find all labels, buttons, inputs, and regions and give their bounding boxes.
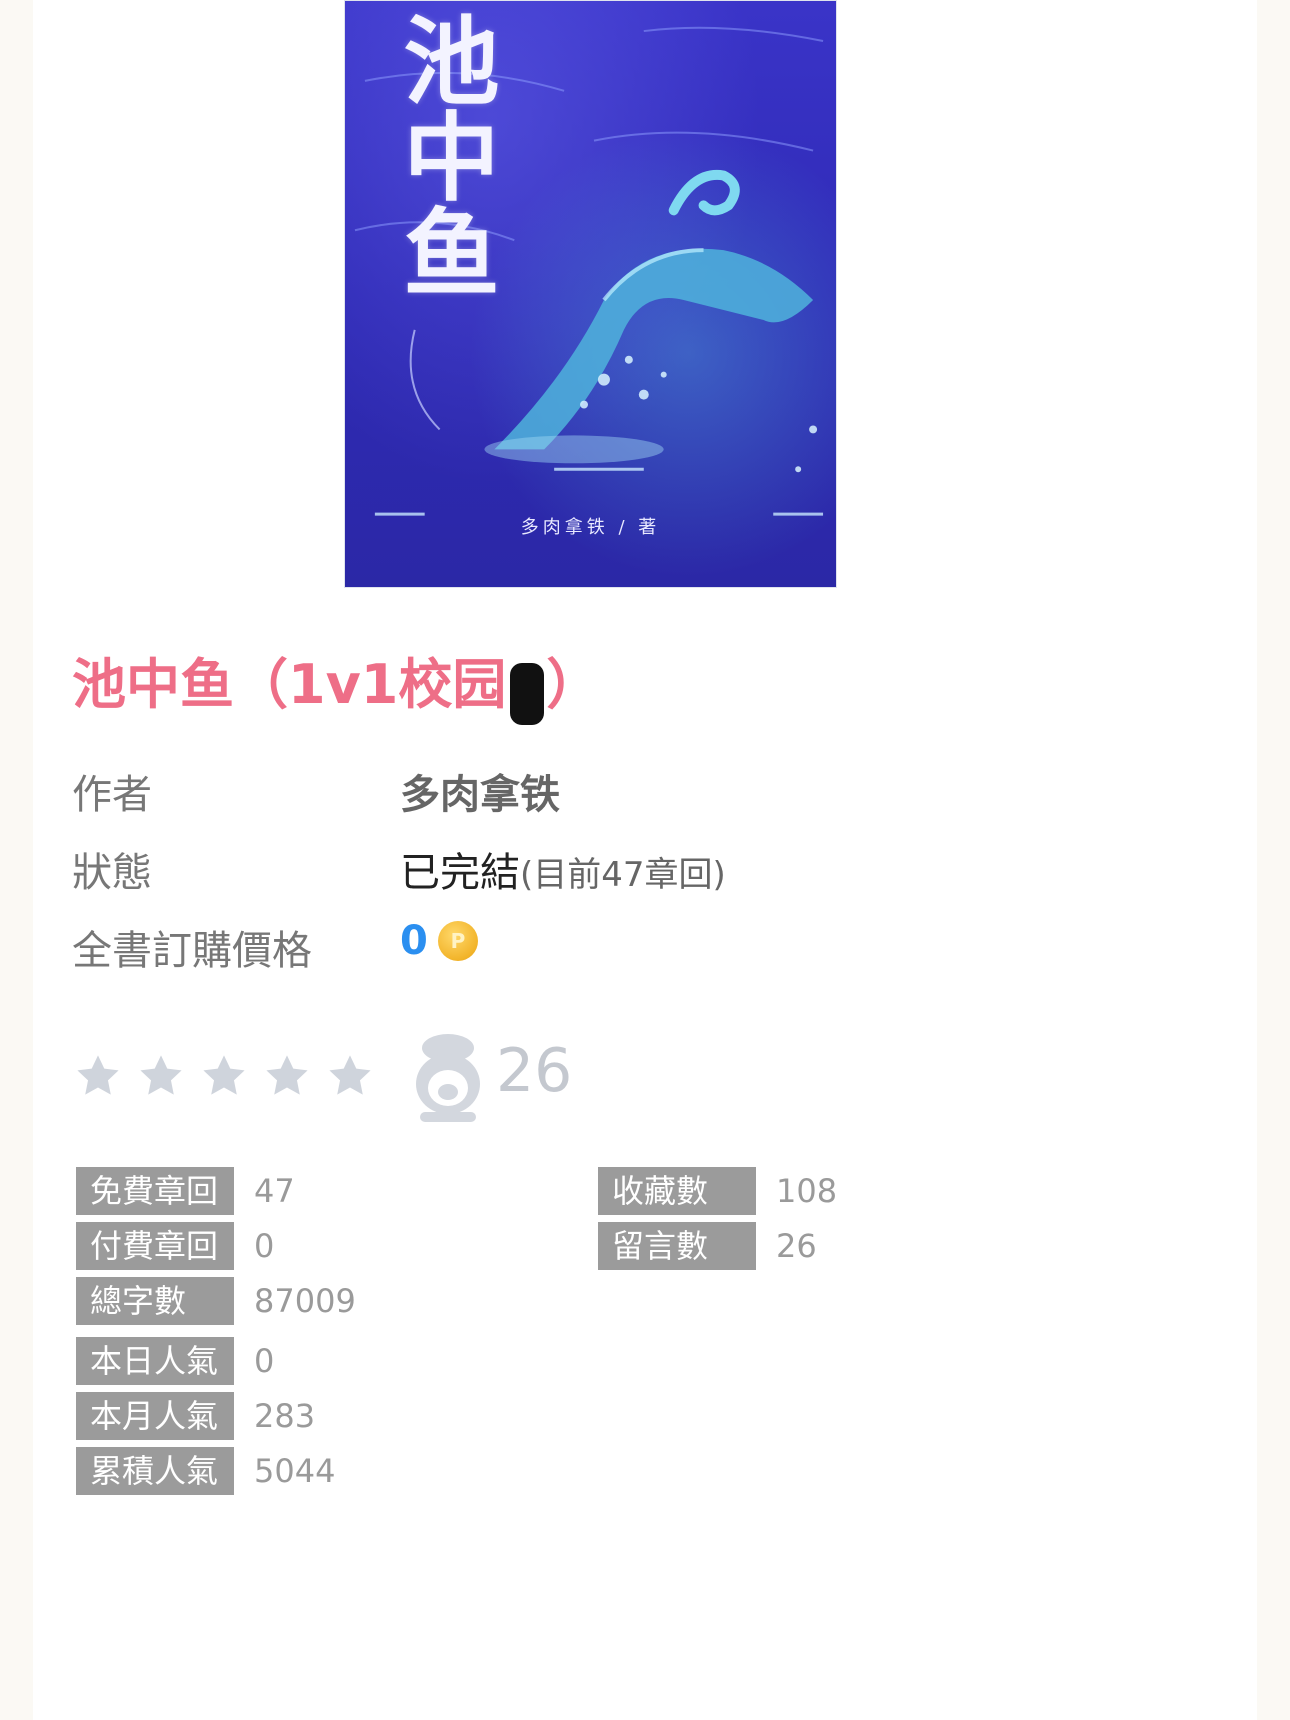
coin-icon: P [438,921,478,961]
author-label: 作者 [72,772,152,818]
status-label: 狀態 [72,850,152,896]
monthly-popularity-label: 本月人氣 [76,1392,234,1440]
favorites-value: 108 [776,1172,838,1210]
book-title-text: 池中鱼（1v1校园 [72,653,507,716]
cover-author-text: 多肉拿铁 / 著 [520,517,661,538]
rating-stars[interactable] [72,1050,382,1102]
star-icon[interactable] [72,1050,124,1102]
free-chapters-value: 47 [254,1172,295,1210]
favorites-label: 收藏數 [598,1167,756,1215]
comment-mascot-icon[interactable] [412,1032,484,1124]
star-icon[interactable] [198,1050,250,1102]
star-icon[interactable] [324,1050,376,1102]
author-link[interactable]: 多肉拿铁 [400,762,560,820]
status-chapter-count: (目前47章回) [520,855,726,895]
total-popularity-value: 5044 [254,1452,336,1490]
daily-popularity-label: 本日人氣 [76,1337,234,1385]
price-value: 0 [400,918,428,964]
status-value: 已完結 [400,850,520,896]
daily-popularity-value: 0 [254,1342,275,1380]
star-icon[interactable] [261,1050,313,1102]
total-words-label: 總字數 [76,1277,234,1325]
redaction-mark [510,663,545,726]
total-popularity-label: 累積人氣 [76,1447,234,1495]
cover-title-text: 池中鱼 [387,11,500,299]
paid-chapters-value: 0 [254,1227,275,1265]
comments-value: 26 [776,1227,817,1265]
status-value-row: 已完結(目前47章回) [400,840,726,898]
free-chapters-label: 免費章回 [76,1167,234,1215]
book-cover-image[interactable]: 池中鱼 多肉拿铁 / 著 [344,0,837,588]
price-label: 全書訂購價格 [72,928,312,974]
comments-label: 留言數 [598,1222,756,1270]
total-words-value: 87009 [254,1282,356,1320]
book-title: 池中鱼（1v1校园 ） [72,640,601,726]
comment-count[interactable]: 26 [496,1036,572,1106]
monthly-popularity-value: 283 [254,1397,316,1435]
paid-chapters-label: 付費章回 [76,1222,234,1270]
star-icon[interactable] [135,1050,187,1102]
book-title-end: ） [546,653,601,716]
